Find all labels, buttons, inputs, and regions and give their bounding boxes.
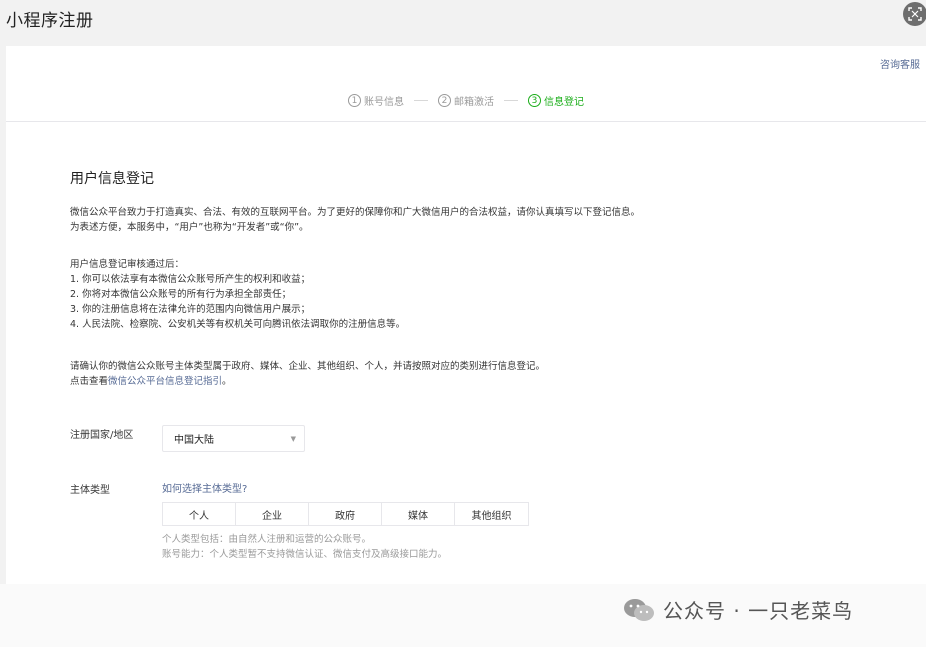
header-divider (6, 121, 926, 122)
rule-item-4: 4. 人民法院、检察院、公安机关等有权机关可向腾讯依法调取你的注册信息等。 (70, 319, 406, 330)
step-info-registration: 3 信息登记 (528, 93, 584, 108)
step-number: 1 (348, 94, 361, 107)
type-tab-other-org[interactable]: 其他组织 (455, 503, 528, 525)
region-select[interactable]: 中国大陆 ▼ (162, 425, 305, 452)
type-tab-government[interactable]: 政府 (309, 503, 382, 525)
type-tab-enterprise[interactable]: 企业 (236, 503, 309, 525)
top-bar: 小程序注册 (0, 0, 926, 46)
scan-icon[interactable] (903, 2, 926, 26)
intro-text-1: 微信公众平台致力于打造真实、合法、有效的互联网平台。为了更好的保障你和广大微信用… (70, 207, 641, 218)
chevron-down-icon: ▼ (290, 435, 296, 443)
type-note-2: 账号能力：个人类型暂不支持微信认证、微信支付及高级接口能力。 (162, 549, 448, 560)
step-label: 账号信息 (364, 97, 404, 108)
type-tab-media[interactable]: 媒体 (382, 503, 455, 525)
type-note-1: 个人类型包括：由自然人注册和运营的公众账号。 (162, 534, 372, 545)
step-separator (414, 100, 428, 101)
step-account-info: 1 账号信息 (348, 93, 404, 108)
intro-text-2: 为表述方便，本服务中，“用户”也称为“开发者”或“你”。 (70, 222, 309, 233)
rule-item-1: 1. 你可以依法享有本微信公众账号所产生的权利和收益； (70, 274, 311, 285)
guide-suffix: 。 (222, 376, 232, 387)
after-approval-title: 用户信息登记审核通过后： (70, 259, 185, 270)
page-title: 小程序注册 (6, 11, 94, 31)
rule-item-3: 3. 你的注册信息将在法律允许的范围内向微信用户展示； (70, 304, 311, 315)
wechat-icon (624, 598, 654, 621)
step-separator (504, 100, 518, 101)
watermark-text: 公众号 · 一只老菜鸟 (663, 599, 854, 623)
step-number: 3 (528, 94, 541, 107)
rule-item-2: 2. 你将对本微信公众账号的所有行为承担全部责任； (70, 289, 292, 300)
type-help-link[interactable]: 如何选择主体类型? (162, 480, 247, 495)
main-panel: 咨询客服 1 账号信息 2 邮箱激活 3 信息登记 用户信息登记 微信公众平台致… (6, 46, 926, 584)
type-tab-individual[interactable]: 个人 (163, 503, 236, 525)
entity-type-tabs: 个人 企业 政府 媒体 其他组织 (162, 502, 529, 526)
section-title: 用户信息登记 (70, 171, 154, 187)
watermark: 公众号 · 一只老菜鸟 (623, 595, 853, 624)
step-label: 邮箱激活 (454, 97, 494, 108)
progress-steps: 1 账号信息 2 邮箱激活 3 信息登记 (348, 93, 584, 108)
type-label: 主体类型 (70, 485, 110, 496)
step-label: 信息登记 (544, 97, 584, 108)
guide-link[interactable]: 微信公众平台信息登记指引 (108, 376, 222, 387)
region-select-value: 中国大陆 (174, 435, 214, 446)
step-email-activation: 2 邮箱激活 (438, 93, 494, 108)
guide-prefix: 点击查看 (70, 376, 109, 387)
confirm-text: 请确认你的微信公众账号主体类型属于政府、媒体、企业、其他组织、个人，并请按照对应… (70, 361, 546, 372)
guide-line: 点击查看微信公众平台信息登记指引。 (70, 374, 232, 389)
help-link[interactable]: 咨询客服 (880, 56, 920, 71)
step-number: 2 (438, 94, 451, 107)
region-label: 注册国家/地区 (70, 430, 134, 441)
